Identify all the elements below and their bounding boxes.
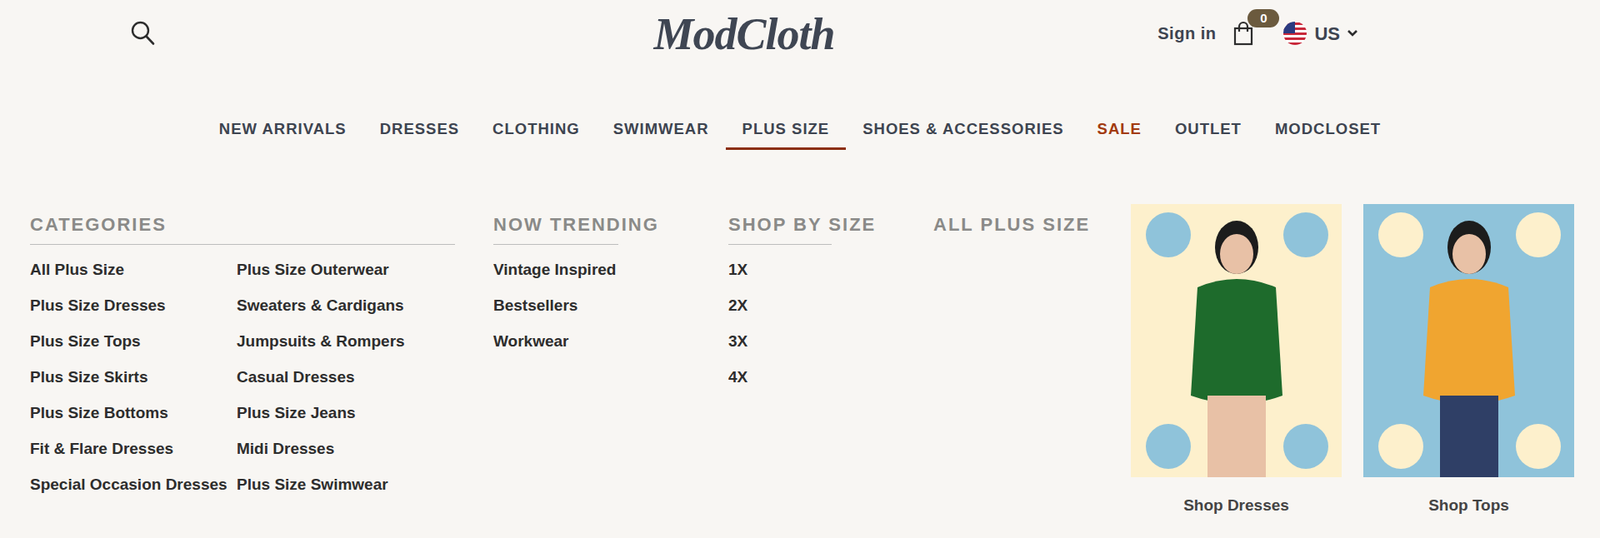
promo-photo[interactable] [1130, 204, 1342, 478]
logo[interactable]: ModCloth [653, 6, 835, 60]
mega-menu: CATEGORIES All Plus SizePlus Size Dresses… [0, 150, 1600, 515]
nav-item[interactable]: CLOTHING [475, 108, 597, 150]
shop-by-size-link[interactable]: 1X [728, 251, 934, 288]
nav-item[interactable]: PLUS SIZE [725, 108, 847, 150]
shop-by-size-link[interactable]: 4X [728, 359, 934, 395]
shop-by-size-link[interactable]: 3X [728, 323, 934, 360]
categories-list: All Plus SizePlus Size DressesPlus Size … [30, 245, 455, 503]
now-trending-list: Vintage InspiredBestsellersWorkwear [493, 245, 729, 360]
nav-item[interactable]: MODCLOSET [1258, 108, 1398, 150]
category-link[interactable]: Sweaters & Cardigans [236, 287, 405, 324]
category-link[interactable]: Special Occasion Dresses [30, 466, 237, 503]
decor-dot [1515, 424, 1561, 470]
now-trending-rule [493, 244, 619, 245]
main-nav: NEW ARRIVALSDRESSESCLOTHINGSWIMWEARPLUS … [0, 66, 1600, 150]
category-link[interactable]: Casual Dresses [236, 359, 405, 395]
shop-by-size-rule [728, 244, 832, 245]
categories-list-right: Plus Size OuterwearSweaters & CardigansJ… [236, 251, 405, 503]
now-trending-link[interactable]: Workwear [493, 323, 729, 360]
model-figure [1363, 204, 1575, 478]
region-label[interactable]: US [1314, 20, 1340, 48]
categories-column: CATEGORIES All Plus SizePlus Size Dresses… [30, 204, 455, 503]
decor-dot [1283, 212, 1329, 258]
all-plus-size-column: ALL PLUS SIZE [933, 204, 1131, 236]
nav-item[interactable]: SWIMWEAR [596, 108, 726, 150]
decor-dot [1515, 212, 1561, 258]
decor-dot [1145, 424, 1191, 470]
now-trending-column: NOW TRENDING Vintage InspiredBestsellersW… [493, 204, 729, 360]
shop-by-size-link[interactable]: 2X [728, 287, 934, 324]
now-trending-link[interactable]: Bestsellers [493, 287, 729, 324]
promo-tile[interactable]: Shop Tops [1363, 204, 1575, 515]
category-link[interactable]: Fit & Flare Dresses [30, 430, 237, 467]
categories-list-left: All Plus SizePlus Size DressesPlus Size … [30, 251, 237, 503]
shop-by-size-heading: SHOP BY SIZE [728, 214, 934, 236]
categories-heading: CATEGORIES [30, 214, 455, 245]
top-left [130, 20, 654, 47]
nav-item[interactable]: SALE [1080, 108, 1159, 150]
category-link[interactable]: Plus Size Skirts [30, 359, 237, 395]
category-link[interactable]: Plus Size Jeans [236, 395, 405, 431]
nav-item[interactable]: OUTLET [1158, 108, 1259, 150]
decor-dot [1283, 424, 1329, 470]
now-trending-link[interactable]: Vintage Inspired [493, 251, 729, 288]
promo-caption[interactable]: Shop Tops [1363, 495, 1575, 515]
top-right: Sign in 0 US [835, 20, 1359, 48]
category-link[interactable]: Jumpsuits & Rompers [236, 323, 405, 360]
all-plus-size-link[interactable]: ALL PLUS SIZE [933, 214, 1131, 236]
us-flag-icon [1282, 20, 1308, 46]
category-link[interactable]: Plus Size Swimwear [236, 466, 405, 503]
promo-tiles: Shop Dresses Shop Tops [1130, 204, 1575, 515]
top-bar: ModCloth Sign in 0 US [0, 0, 1600, 67]
decor-dot [1145, 212, 1191, 258]
category-link[interactable]: Plus Size Bottoms [30, 395, 237, 431]
region-selector[interactable]: US [1282, 20, 1359, 48]
category-link[interactable]: Midi Dresses [236, 430, 405, 467]
category-link[interactable]: Plus Size Tops [30, 323, 237, 360]
promo-photo[interactable] [1363, 204, 1575, 478]
nav-item[interactable]: DRESSES [363, 108, 476, 150]
sign-in-link[interactable]: Sign in [1157, 20, 1216, 46]
search-icon[interactable] [130, 20, 155, 47]
shop-by-size-list: 1X2X3X4X [728, 245, 934, 395]
category-link[interactable]: Plus Size Outerwear [236, 251, 405, 288]
nav-item[interactable]: SHOES & ACCESSORIES [845, 108, 1080, 150]
model-figure [1130, 204, 1342, 478]
now-trending-heading: NOW TRENDING [493, 214, 729, 236]
decor-dot [1378, 424, 1424, 470]
promo-caption[interactable]: Shop Dresses [1130, 495, 1342, 515]
cart-button[interactable]: 0 [1230, 20, 1256, 46]
category-link[interactable]: All Plus Size [30, 251, 237, 288]
chevron-down-icon[interactable] [1346, 29, 1359, 38]
cart-count-badge: 0 [1247, 9, 1280, 28]
category-link[interactable]: Plus Size Dresses [30, 287, 237, 324]
shop-by-size-column: SHOP BY SIZE 1X2X3X4X [728, 204, 934, 395]
nav-item[interactable]: NEW ARRIVALS [202, 108, 364, 150]
promo-tile[interactable]: Shop Dresses [1130, 204, 1342, 515]
decor-dot [1378, 212, 1424, 258]
